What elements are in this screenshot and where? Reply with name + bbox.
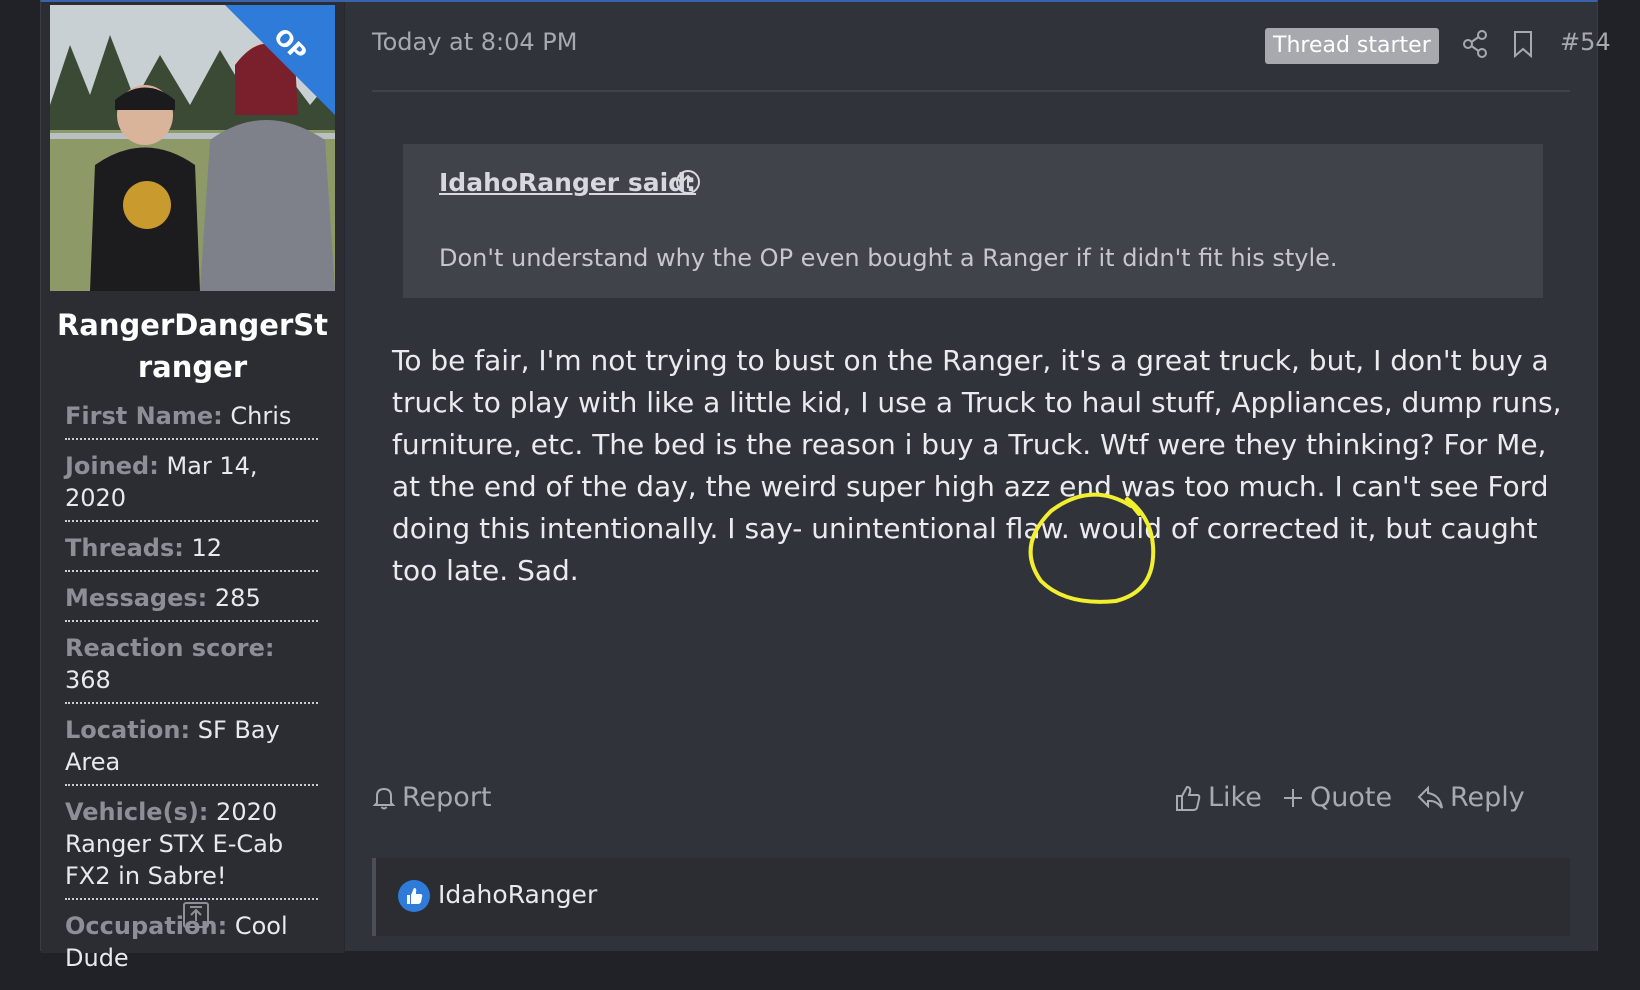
info-location: Location: SF Bay Area [65, 714, 318, 786]
username[interactable]: RangerDangerStranger [41, 304, 344, 388]
info-vehicles: Vehicle(s): 2020 Ranger STX E-Cab FX2 in… [65, 796, 318, 900]
info-reaction-score: Reaction score: 368 [65, 632, 318, 704]
collapse-button[interactable] [183, 902, 209, 928]
user-panel: OP RangerDangerStranger First Name: Chri… [41, 2, 345, 972]
info-label: Threads: [65, 534, 184, 562]
report-button[interactable]: Report [372, 782, 492, 813]
post-actions: Report Like Quote Reply [372, 782, 1570, 826]
quote-label: Quote [1310, 782, 1393, 813]
info-label: Location: [65, 716, 191, 744]
thumbs-up-icon [1176, 785, 1201, 811]
annotation-circle [1028, 492, 1156, 604]
post-container: OP RangerDangerStranger First Name: Chri… [40, 0, 1611, 972]
quote-button[interactable]: Quote [1282, 782, 1392, 813]
plus-icon [1284, 788, 1302, 807]
info-threads: Threads: 12 [65, 532, 318, 572]
like-reaction-icon [398, 880, 430, 912]
info-value: 368 [65, 666, 111, 694]
info-value: 285 [214, 584, 261, 612]
info-first-name: First Name: Chris [65, 400, 318, 440]
info-value: Chris [230, 402, 292, 430]
op-corner-badge: OP [225, 5, 335, 115]
reply-button[interactable]: Reply [1416, 782, 1525, 813]
info-label: Messages: [65, 584, 208, 612]
quote-text: Don't understand why the OP even bought … [439, 244, 1338, 272]
reaction-user-link[interactable]: IdahoRanger [438, 880, 597, 909]
like-button[interactable]: Like [1174, 782, 1262, 813]
reply-label: Reply [1450, 782, 1525, 813]
avatar[interactable]: OP [50, 5, 335, 291]
bookmark-icon[interactable] [1512, 30, 1534, 62]
collapse-icon [190, 906, 202, 921]
quote-block: IdahoRanger said: Don't understand why t… [403, 144, 1543, 298]
info-label: Reaction score: [65, 634, 275, 662]
reply-icon [1417, 785, 1443, 809]
bell-icon [372, 787, 396, 809]
meta-divider [372, 90, 1570, 92]
info-joined: Joined: Mar 14, 2020 [65, 450, 318, 522]
info-value: 12 [191, 534, 223, 562]
post-meta: Today at 8:04 PM Thread starter #54 [372, 24, 1612, 70]
arrow-up-circle-icon[interactable] [675, 169, 701, 199]
post-number[interactable]: #54 [1560, 28, 1611, 56]
thread-starter-badge: Thread starter [1265, 28, 1439, 64]
post-body: To be fair, I'm not trying to bust on th… [392, 344, 1562, 587]
info-label: Joined: [65, 452, 159, 480]
reactions-bar[interactable]: IdahoRanger [372, 858, 1570, 936]
post-timestamp[interactable]: Today at 8:04 PM [372, 28, 578, 56]
quote-author-link[interactable]: IdahoRanger said: [439, 168, 696, 197]
share-icon[interactable] [1462, 30, 1488, 62]
info-label: First Name: [65, 402, 223, 430]
info-messages: Messages: 285 [65, 582, 318, 622]
info-label: Vehicle(s): [65, 798, 209, 826]
report-label: Report [402, 782, 492, 813]
like-label: Like [1208, 782, 1262, 813]
